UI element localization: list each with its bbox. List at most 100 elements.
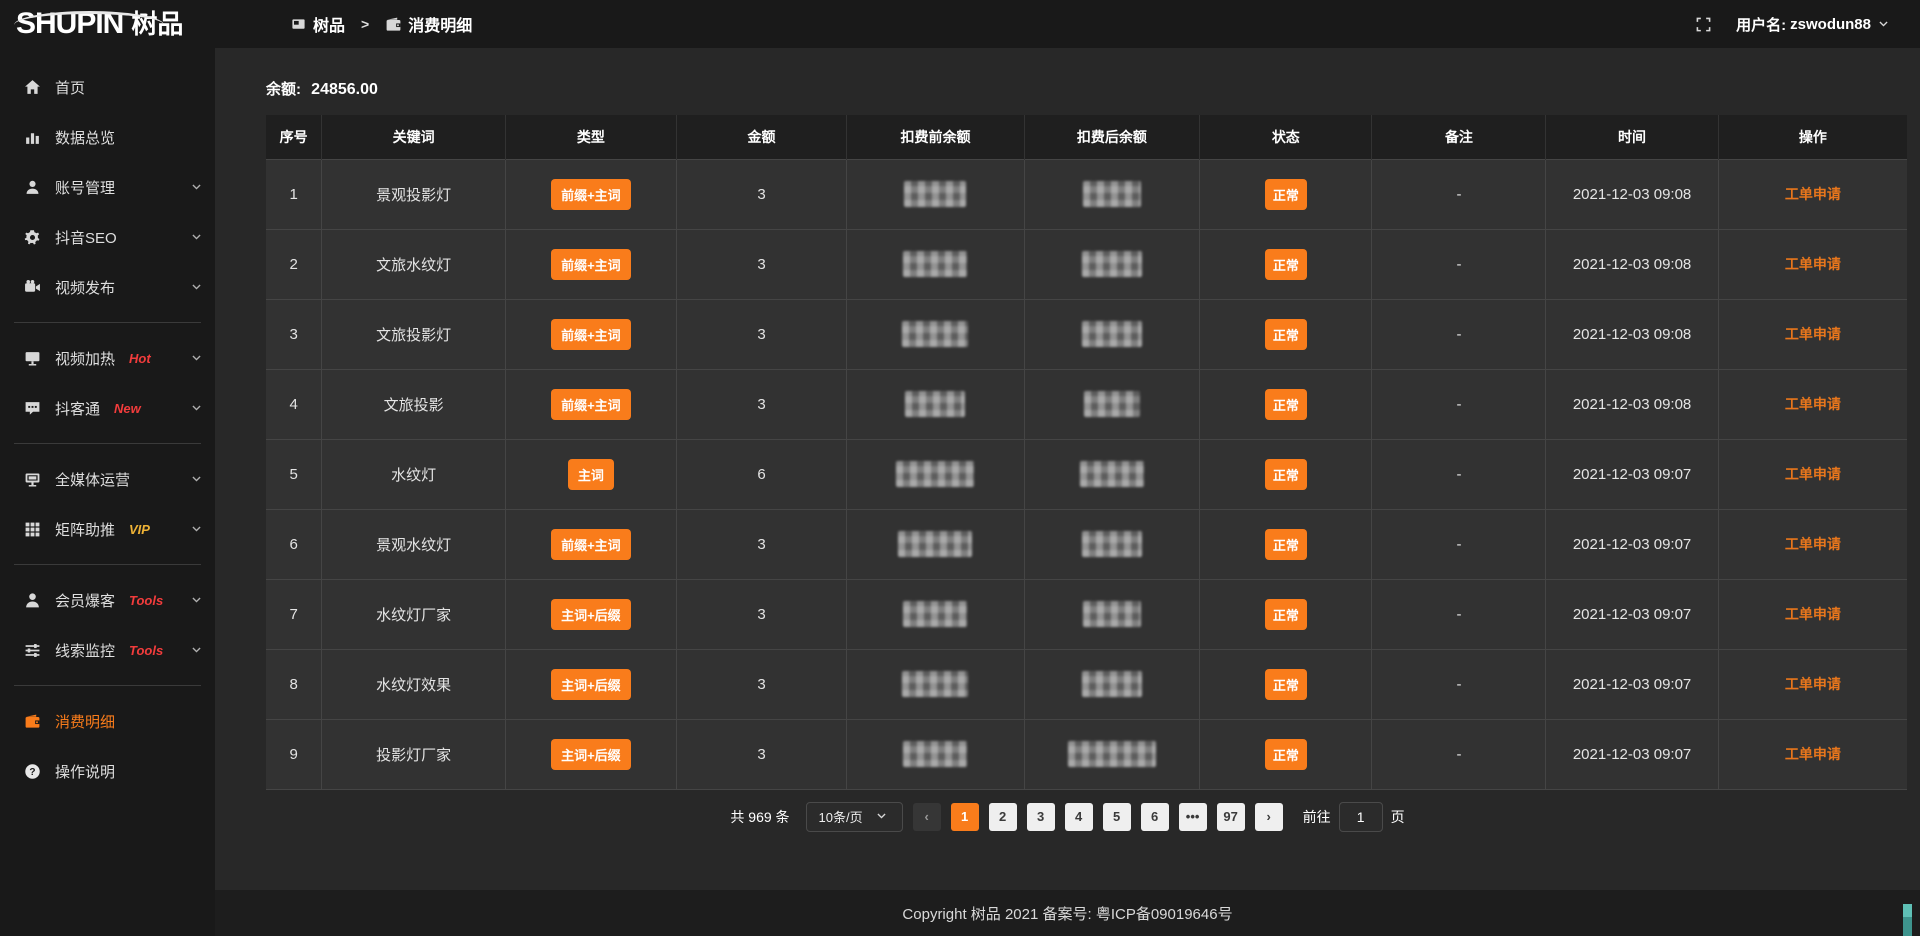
page-size-select[interactable]: 10条/页 [806,802,903,832]
sidebar-item-user[interactable]: 账号管理 [0,162,215,212]
sidebar-item-display[interactable]: 视频加热 Hot [0,333,215,383]
column-header: 扣费前余额 [847,115,1024,159]
censored-value [1082,321,1142,347]
cell-remark: - [1372,509,1546,579]
cell-amount: 3 [676,369,847,439]
work-order-link[interactable]: 工单申请 [1785,186,1841,202]
cell-balance-after [1024,719,1200,789]
cell-balance-after [1024,579,1200,649]
display-icon [24,350,41,367]
status-badge: 正常 [1265,739,1307,770]
cell-remark: - [1372,159,1546,229]
cell-remark: - [1372,719,1546,789]
svg-text:?: ? [29,767,35,778]
cell-remark: - [1372,369,1546,439]
cell-keyword: 水纹灯厂家 [322,579,506,649]
page-button-4[interactable]: 4 [1065,803,1093,831]
sidebar-item-sliders[interactable]: 线索监控 Tools [0,625,215,675]
breadcrumb-item-current[interactable]: 消费明细 [385,12,472,36]
cell-balance-before [847,649,1024,719]
cell-keyword: 文旅投影灯 [322,299,506,369]
cell-type: 主词+后缀 [506,719,677,789]
sidebar-item-question[interactable]: ? 操作说明 [0,746,215,796]
cell-keyword: 投影灯厂家 [322,719,506,789]
page-button-5[interactable]: 5 [1103,803,1131,831]
cell-remark: - [1372,299,1546,369]
column-header: 类型 [506,115,677,159]
sidebar-item-gear[interactable]: 抖音SEO [0,212,215,262]
balance-label: 余额: [266,81,301,98]
work-order-link[interactable]: 工单申请 [1785,466,1841,482]
more-pages-button[interactable]: ••• [1179,803,1207,831]
work-order-link[interactable]: 工单申请 [1785,676,1841,692]
balance-row: 余额: 24856.00 [215,48,1920,115]
cell-action: 工单申请 [1718,509,1907,579]
cell-balance-after [1024,509,1200,579]
chevron-icon [188,471,205,488]
cell-amount: 6 [676,439,847,509]
sidebar-divider [14,685,201,686]
page-button-97[interactable]: 97 [1217,803,1245,831]
table-row: 9 投影灯厂家 主词+后缀 3 正常 - 2021-12-03 09:07 工单… [266,719,1907,789]
cell-balance-after [1024,159,1200,229]
chevron-icon [188,521,205,538]
cell-time: 2021-12-03 09:07 [1546,719,1718,789]
table-row: 7 水纹灯厂家 主词+后缀 3 正常 - 2021-12-03 09:07 工单… [266,579,1907,649]
goto-page-input[interactable] [1339,802,1383,832]
breadcrumb-item-home[interactable]: 树品 [290,12,345,36]
work-order-link[interactable]: 工单申请 [1785,746,1841,762]
page-button-6[interactable]: 6 [1141,803,1169,831]
sidebar-item-grid[interactable]: 矩阵助推 VIP [0,504,215,554]
user-menu[interactable]: 用户名: zswodun88 [1736,14,1892,35]
cell-type: 前缀+主词 [506,509,677,579]
sidebar-item-user-solid[interactable]: 会员爆客 Tools [0,575,215,625]
sidebar-item-home[interactable]: 首页 [0,62,215,112]
next-page-button[interactable]: › [1255,803,1283,831]
table-row: 8 水纹灯效果 主词+后缀 3 正常 - 2021-12-03 09:07 工单… [266,649,1907,719]
status-badge: 正常 [1265,529,1307,560]
grid-icon [24,521,41,538]
work-order-link[interactable]: 工单申请 [1785,256,1841,272]
table-row: 5 水纹灯 主词 6 正常 - 2021-12-03 09:07 工单申请 [266,439,1907,509]
sidebar-item-wallet[interactable]: 消费明细 [0,696,215,746]
cell-type: 前缀+主词 [506,229,677,299]
cell-time: 2021-12-03 09:07 [1546,579,1718,649]
work-order-link[interactable]: 工单申请 [1785,396,1841,412]
sidebar-item-video[interactable]: 视频发布 [0,262,215,312]
column-header: 关键词 [322,115,506,159]
cell-balance-before [847,299,1024,369]
status-badge: 正常 [1265,249,1307,280]
chevron-icon [188,229,205,246]
work-order-link[interactable]: 工单申请 [1785,536,1841,552]
sidebar-item-label: 视频发布 [55,277,115,298]
page-button-2[interactable]: 2 [989,803,1017,831]
prev-page-button[interactable]: ‹ [913,803,941,831]
column-header: 金额 [676,115,847,159]
cell-action: 工单申请 [1718,299,1907,369]
status-badge: 正常 [1265,179,1307,210]
type-badge: 前缀+主词 [551,249,631,280]
type-badge: 前缀+主词 [551,389,631,420]
sidebar-item-monitor[interactable]: 全媒体运营 [0,454,215,504]
censored-value [1068,741,1156,767]
page-button-1[interactable]: 1 [951,803,979,831]
fullscreen-icon[interactable] [1695,16,1712,33]
sidebar-item-bar-chart[interactable]: 数据总览 [0,112,215,162]
chevron-icon [188,350,205,367]
page-button-3[interactable]: 3 [1027,803,1055,831]
type-badge: 前缀+主词 [551,319,631,350]
work-order-link[interactable]: 工单申请 [1785,326,1841,342]
sidebar-item-badge: Tools [129,643,163,658]
cell-action: 工单申请 [1718,439,1907,509]
type-badge: 主词+后缀 [551,669,631,700]
pagination: 共 969 条 10条/页 ‹ 123456•••97 › 前往 页 [215,802,1920,832]
cell-status: 正常 [1200,439,1372,509]
cell-remark: - [1372,579,1546,649]
work-order-link[interactable]: 工单申请 [1785,606,1841,622]
sidebar-item-badge: VIP [129,522,150,537]
sidebar-item-chat[interactable]: 抖客通 New [0,383,215,433]
sidebar-item-label: 矩阵助推 [55,519,115,540]
sidebar-item-label: 消费明细 [55,711,115,732]
sidebar-item-label: 视频加热 [55,348,115,369]
wallet-icon [24,713,41,730]
